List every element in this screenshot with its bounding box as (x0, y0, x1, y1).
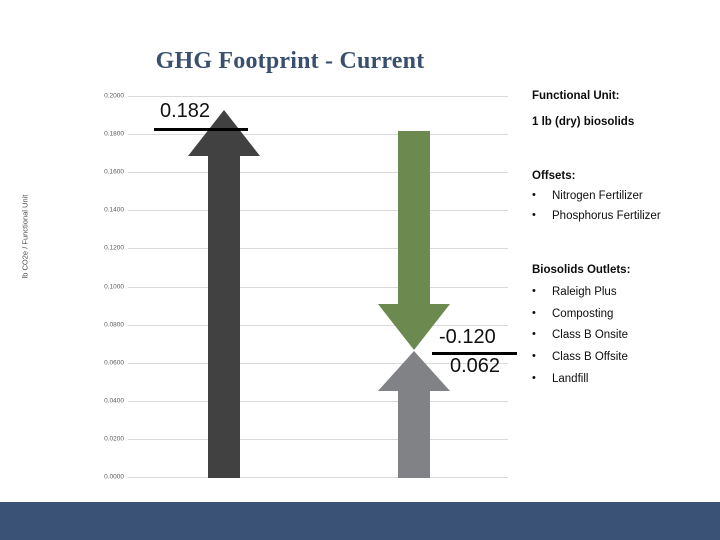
chart-area: 0.2000 0.1800 0.1600 0.1400 0.1200 0.1000 0.08… (0, 0, 520, 500)
y-tick-label: 0.1600 (104, 168, 124, 176)
bar-arrow-offsets (378, 131, 450, 350)
outlet-item: • Composting (532, 306, 716, 323)
offset-item-label: Nitrogen Fertilizer (552, 190, 643, 203)
bar-arrow-net-footprint (378, 351, 450, 478)
y-tick-label: 0.1400 (104, 206, 124, 214)
outlet-item-label: Class B Onsite (552, 329, 629, 342)
outlet-item: • Raleigh Plus (532, 284, 716, 301)
gridline (128, 248, 508, 250)
offsets-list: • Nitrogen Fertilizer • Phosphorus Fertiliz… (532, 188, 716, 224)
data-label-net-footprint: 0.062 (450, 355, 501, 377)
data-label-offsets: -0.120 (439, 326, 496, 348)
gridline (128, 286, 508, 288)
gridline (128, 172, 508, 174)
gridline (128, 438, 508, 440)
outlet-item-label: Composting (552, 307, 614, 320)
y-tick-label: 0.1000 (104, 283, 124, 290)
gridline (128, 96, 508, 97)
data-label-rule-gross (154, 128, 248, 131)
outlet-item-label: Landfill (552, 372, 589, 385)
offsets-heading: Offsets: (532, 170, 576, 183)
outlets-heading: Biosolids Outlets: (532, 264, 631, 277)
bullet-icon: • (532, 328, 536, 341)
y-tick-label: 0.0000 (104, 473, 124, 481)
gridline (128, 400, 508, 402)
y-tick-label: 0.0800 (104, 321, 124, 329)
y-axis-title: lb CO2e / Functional Unit (20, 194, 30, 279)
outlet-item: • Class B Offsite (532, 349, 716, 366)
slide-canvas: GHG Footprint - Current 0.2000 0.1800 0.16… (0, 0, 720, 540)
footer-bar (0, 502, 720, 540)
outlet-item: • Class B Onsite (532, 327, 716, 344)
y-tick-label: 0.2000 (104, 92, 124, 100)
bullet-icon: • (532, 306, 536, 319)
y-tick-label: 0.0200 (104, 435, 124, 443)
outlet-item-label: Class B Offsite (552, 351, 628, 364)
outlet-item-label: Raleigh Plus (552, 286, 617, 299)
y-tick-label: 0.0400 (104, 397, 124, 405)
bullet-icon: • (532, 208, 536, 221)
bullet-icon: • (532, 189, 536, 202)
offset-item: • Phosphorus Fertilizer (532, 208, 716, 225)
y-tick-label: 0.1800 (104, 130, 124, 138)
y-tick-label: 0.1200 (104, 244, 124, 252)
functional-unit-heading: Functional Unit: (532, 90, 620, 102)
outlets-list: • Raleigh Plus • Composting • Class B Onsite •… (532, 284, 716, 387)
bullet-icon: • (532, 350, 536, 363)
right-info-panel: Functional Unit: 1 lb (dry) biosolids Of… (532, 88, 716, 387)
data-label-gross-footprint: 0.182 (160, 100, 211, 122)
y-tick-label: 0.0600 (104, 359, 124, 367)
bar-arrow-gross-footprint (188, 110, 260, 478)
offset-item: • Nitrogen Fertilizer (532, 188, 716, 205)
gridline (128, 210, 508, 212)
gridline (128, 134, 508, 136)
offset-item-label: Phosphorus Fertilizer (552, 209, 661, 222)
functional-unit-value: 1 lb (dry) biosolids (532, 115, 635, 128)
gridline (128, 477, 508, 478)
bullet-icon: • (532, 285, 536, 298)
outlet-item: • Landfill (532, 371, 716, 388)
bullet-icon: • (532, 371, 536, 384)
